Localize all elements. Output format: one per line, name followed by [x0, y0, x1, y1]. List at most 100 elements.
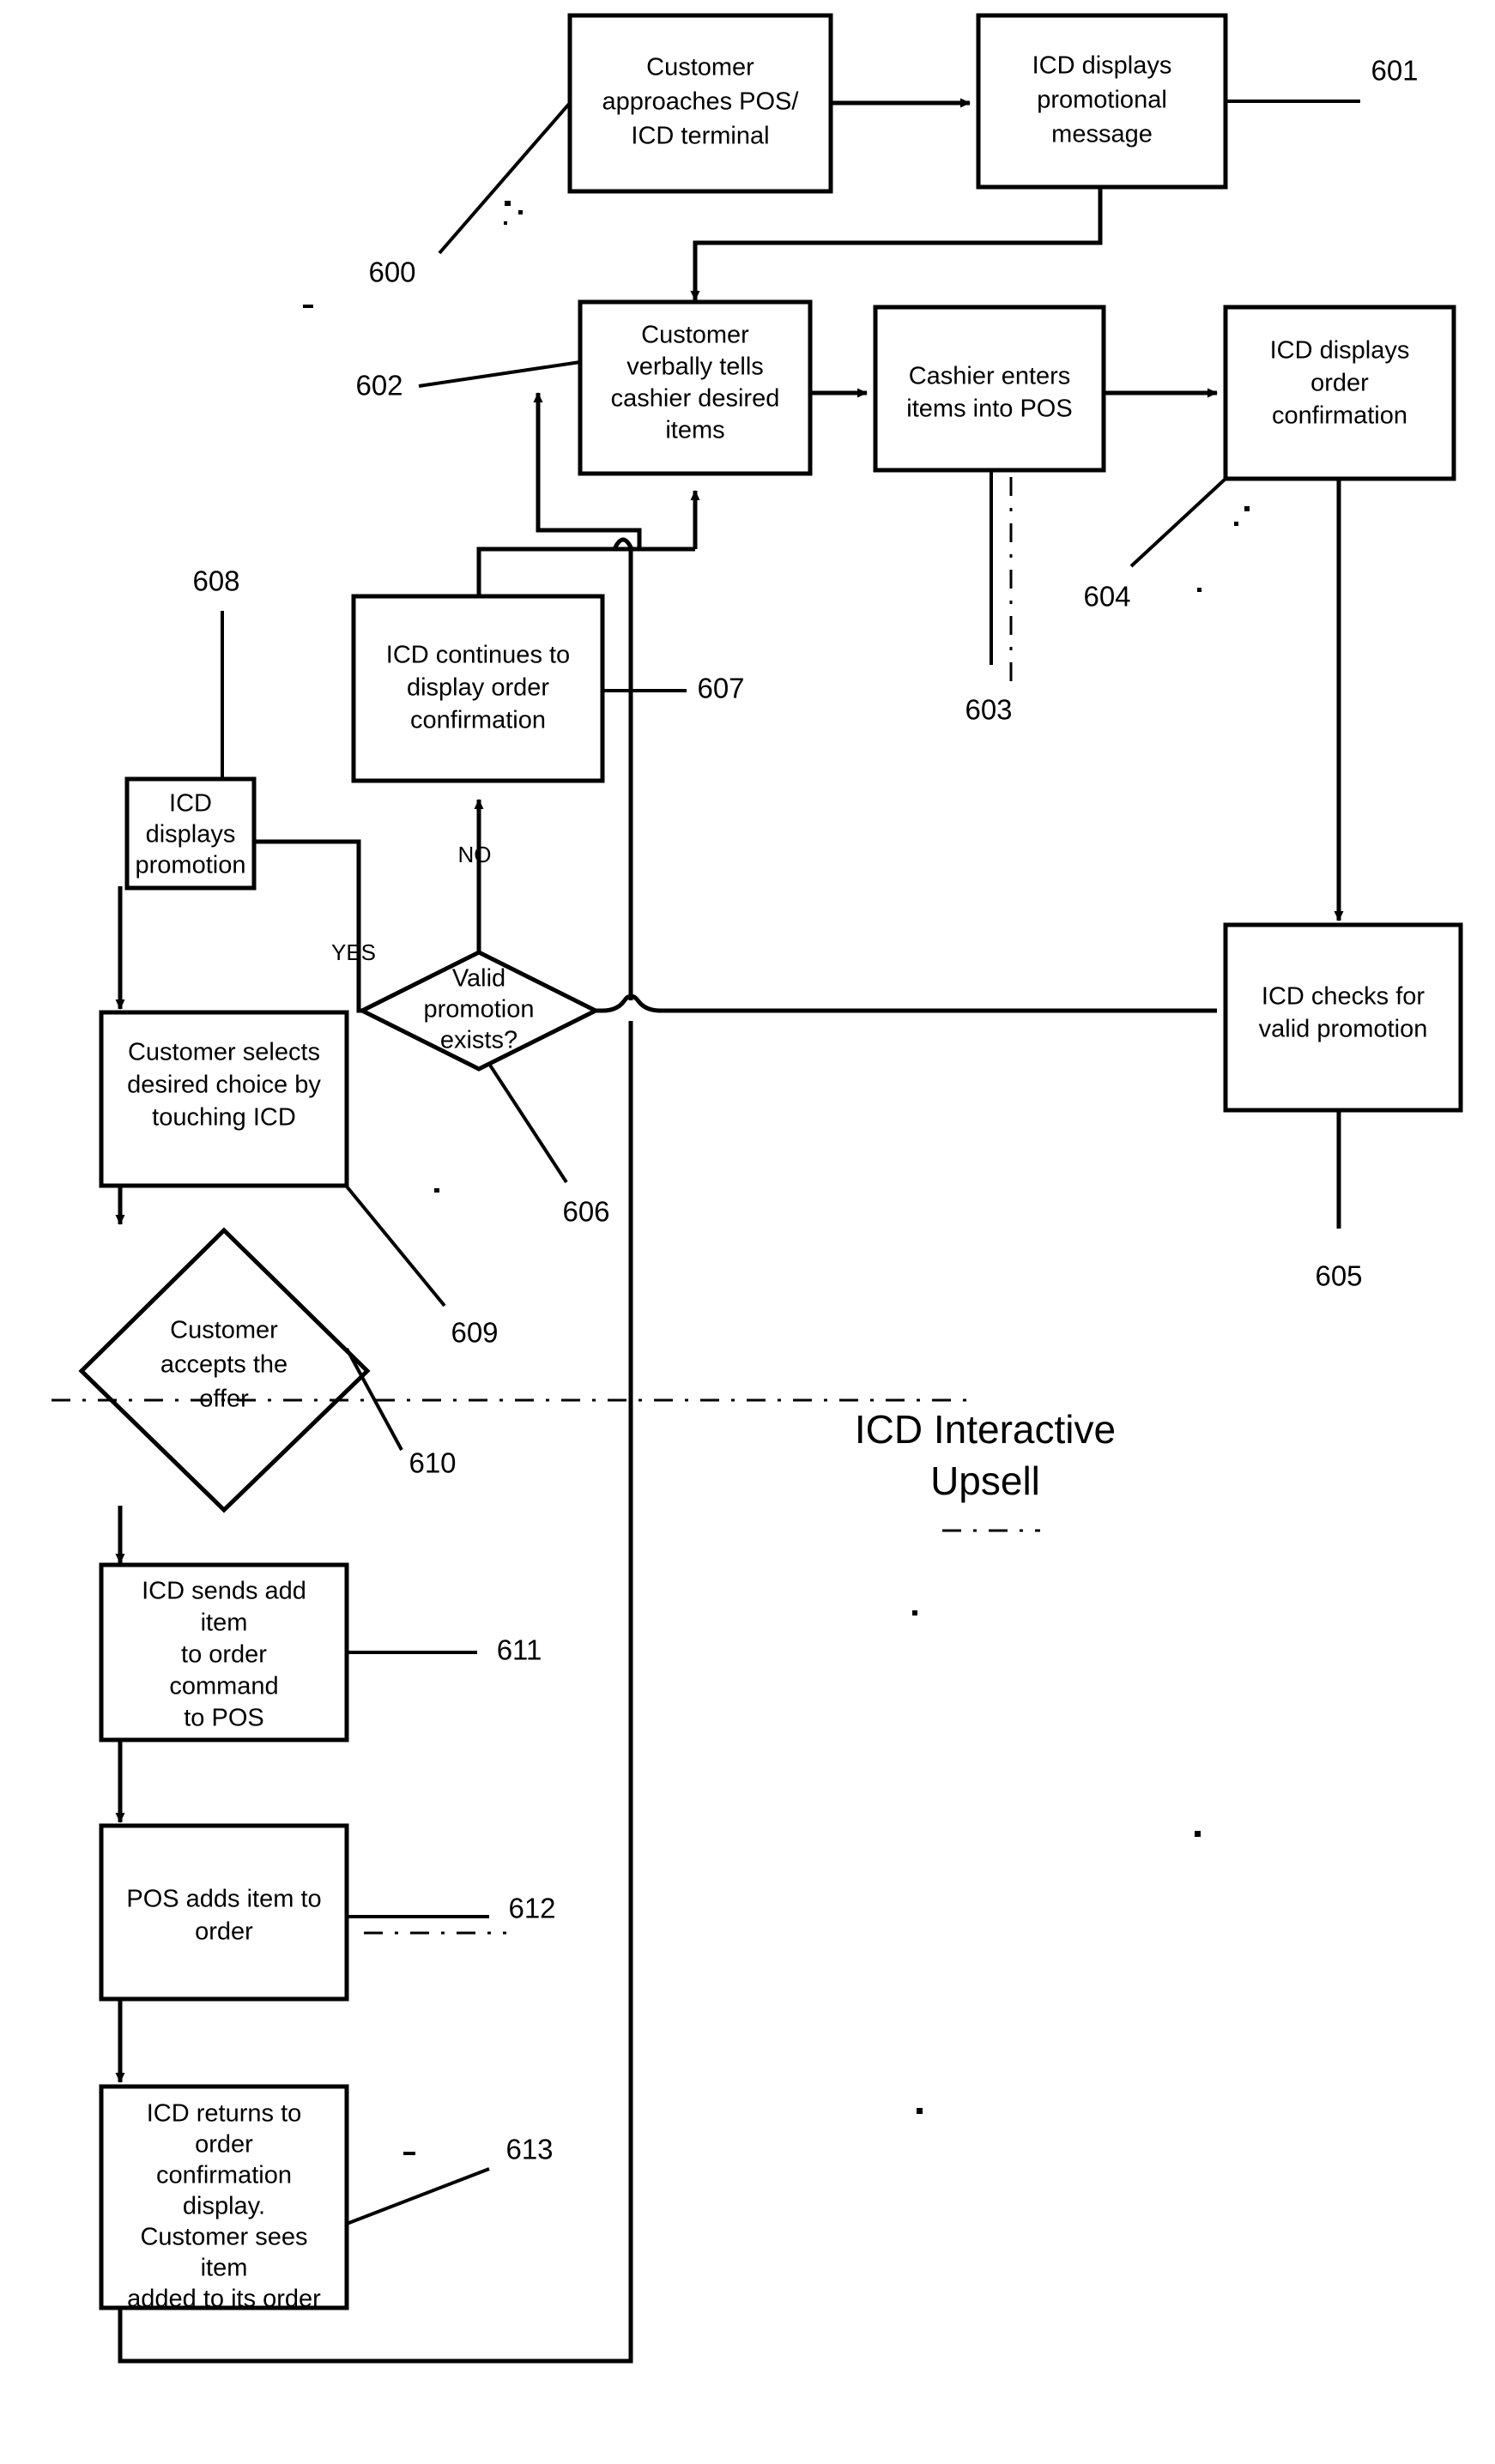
- scan-speck-1: [505, 201, 511, 206]
- node-601-line-0: ICD displays: [1032, 52, 1172, 80]
- scan-speck-10: [1195, 1831, 1201, 1837]
- leader-606: [487, 1062, 568, 1184]
- node-613-line-4: Customer sees: [140, 2224, 307, 2251]
- edge-601-to-602: [690, 187, 1103, 301]
- ref-604: 604: [1083, 581, 1130, 613]
- node-608[interactable]: ICD displays promotion: [124, 776, 257, 891]
- node-606-line-1: promotion: [424, 996, 535, 1024]
- scan-speck-8: [434, 1188, 439, 1193]
- node-601[interactable]: ICD displays promotional message: [976, 13, 1228, 190]
- node-607-line-1: display order: [407, 674, 549, 702]
- node-607[interactable]: ICD continues to display order confirmat…: [351, 594, 605, 783]
- scan-speck-7: [1197, 588, 1201, 592]
- node-611-line-2: to order: [181, 1641, 267, 1669]
- node-601-line-1: promotional: [1037, 87, 1167, 114]
- ref-610: 610: [409, 1447, 456, 1479]
- scan-speck-6: [1234, 522, 1238, 526]
- node-613-line-6: added to its order: [127, 2286, 321, 2313]
- node-611[interactable]: ICD sends add item to order command to P…: [99, 1562, 349, 1742]
- node-609[interactable]: Customer selects desired choice by touch…: [99, 1010, 349, 1188]
- ref-606: 606: [562, 1196, 609, 1228]
- node-604-line-0: ICD displays: [1270, 337, 1410, 365]
- ref-608: 608: [192, 565, 239, 597]
- node-603[interactable]: Cashier enters items into POS: [873, 305, 1106, 473]
- node-611-line-3: command: [169, 1673, 278, 1700]
- edge-606-yes-to-608: [233, 836, 424, 1013]
- leader-602: [418, 360, 581, 388]
- leader-600: [438, 101, 572, 255]
- node-609-line-0: Customer selects: [128, 1039, 320, 1066]
- node-607-line-2: confirmation: [410, 707, 546, 734]
- node-609-line-1: desired choice by: [127, 1072, 321, 1099]
- scan-speck-12: [403, 2152, 415, 2155]
- leader-604: [1129, 477, 1227, 568]
- node-610-line-0: Customer: [170, 1317, 278, 1344]
- node-612-line-1: order: [195, 1918, 253, 1946]
- ref-602: 602: [355, 370, 402, 402]
- ref-605: 605: [1315, 1260, 1362, 1292]
- node-612[interactable]: POS adds item to order: [99, 1823, 349, 2002]
- leader-609: [345, 1185, 446, 1307]
- node-606[interactable]: Valid promotion exists?: [357, 950, 601, 1072]
- branch-label-no: NO: [458, 842, 492, 867]
- node-600-line-1: approaches POS/: [602, 88, 800, 116]
- patent-flowchart-page: Customer approaches POS/ ICD terminal 60…: [0, 0, 1495, 2464]
- node-610[interactable]: Customer accepts the offer: [78, 1227, 371, 1513]
- node-607-line-0: ICD continues to: [386, 642, 570, 669]
- node-613[interactable]: ICD returns to order confirmation displa…: [99, 2084, 349, 2313]
- node-613-line-0: ICD returns to: [147, 2100, 302, 2128]
- node-611-line-0: ICD sends add: [142, 1578, 306, 1605]
- ref-612: 612: [508, 1893, 555, 1924]
- node-602-line-0: Customer: [641, 322, 749, 349]
- ref-609: 609: [451, 1317, 498, 1349]
- ref-611: 611: [497, 1634, 542, 1666]
- scan-speck-11: [917, 2108, 923, 2114]
- node-605-line-1: valid promotion: [1259, 1016, 1428, 1043]
- node-608-line-2: promotion: [136, 852, 246, 879]
- node-600[interactable]: Customer approaches POS/ ICD terminal: [567, 13, 833, 194]
- ref-607: 607: [697, 673, 744, 704]
- node-604-line-2: confirmation: [1272, 402, 1407, 430]
- node-603-line-1: items into POS: [906, 396, 1072, 423]
- node-606-line-0: Valid: [452, 965, 505, 993]
- node-609-line-2: touching ICD: [152, 1104, 296, 1132]
- node-604-line-1: order: [1310, 370, 1369, 397]
- scan-speck-9: [912, 1610, 917, 1615]
- scan-speck-3: [504, 221, 507, 225]
- scan-speck-5: [1244, 506, 1250, 511]
- ref-613: 613: [505, 2134, 553, 2165]
- node-608-line-1: displays: [146, 821, 236, 849]
- figure-title-line1: ICD Interactive: [855, 1407, 1116, 1452]
- node-611-line-4: to POS: [184, 1705, 264, 1732]
- leader-613: [346, 2167, 490, 2225]
- node-602-line-2: cashier desired: [611, 385, 780, 413]
- node-611-line-1: item: [201, 1609, 248, 1637]
- figure-title-line2: Upsell: [930, 1458, 1040, 1503]
- scan-speck-2: [518, 210, 523, 214]
- node-610-line-1: accepts the: [160, 1351, 288, 1379]
- node-602-line-3: items: [665, 417, 724, 444]
- node-601-line-2: message: [1051, 121, 1153, 148]
- node-613-line-2: confirmation: [156, 2162, 292, 2189]
- node-600-line-2: ICD terminal: [631, 123, 769, 150]
- scan-speck-4: [303, 305, 313, 308]
- edge-605-to-606: [533, 993, 1217, 1016]
- flowchart-svg: Customer approaches POS/ ICD terminal 60…: [51, 13, 1463, 2364]
- node-612-line-0: POS adds item to: [126, 1886, 321, 1913]
- node-605-line-0: ICD checks for: [1262, 983, 1425, 1011]
- node-613-line-1: order: [195, 2131, 253, 2159]
- node-604[interactable]: ICD displays order confirmation: [1223, 305, 1456, 481]
- ref-600: 600: [368, 257, 415, 288]
- node-603-line-0: Cashier enters: [909, 363, 1071, 390]
- node-606-line-2: exists?: [440, 1027, 518, 1054]
- node-613-line-3: display.: [183, 2193, 265, 2220]
- node-602[interactable]: Customer verbally tells cashier desired …: [578, 299, 813, 476]
- node-602-line-1: verbally tells: [626, 353, 764, 381]
- branch-label-yes: YES: [331, 939, 376, 965]
- node-608-line-0: ICD: [169, 790, 212, 818]
- ref-603: 603: [965, 694, 1012, 726]
- node-605[interactable]: ICD checks for valid promotion: [1223, 922, 1463, 1113]
- ref-601: 601: [1371, 55, 1418, 87]
- node-613-line-5: item: [201, 2255, 248, 2282]
- node-600-line-0: Customer: [646, 54, 754, 82]
